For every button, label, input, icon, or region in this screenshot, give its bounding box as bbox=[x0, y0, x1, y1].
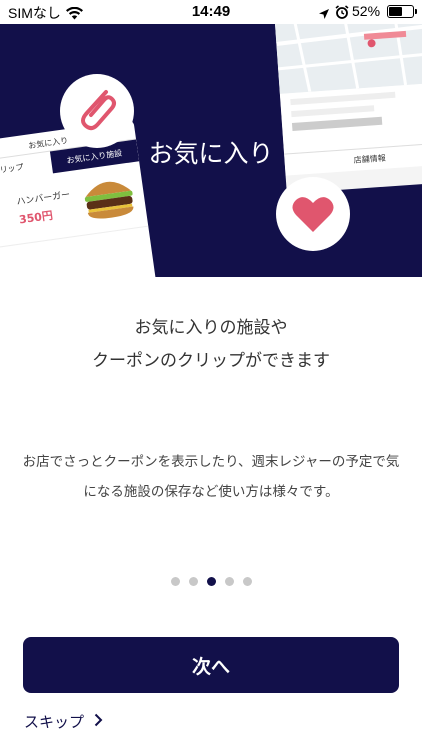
feature-title-line1: お気に入りの施設や bbox=[134, 318, 288, 338]
page-dot[interactable] bbox=[188, 577, 198, 586]
mockup-map bbox=[275, 24, 422, 94]
page-dot[interactable] bbox=[170, 577, 180, 586]
feature-title-line2: クーポンのクリップができます bbox=[92, 351, 330, 371]
hero-illustration: お気に入り クリップ お気に入り施設 ハンバーガー 350円 店舗情報 お気に入… bbox=[0, 24, 422, 277]
chevron-right-icon bbox=[94, 713, 103, 731]
heart-icon bbox=[292, 197, 334, 232]
mockup-info bbox=[279, 81, 422, 154]
battery-percent: 52% bbox=[352, 3, 381, 19]
skip-link[interactable]: スキップ bbox=[24, 711, 103, 732]
feature-description: お店でさっとクーポンを表示したり、週末レジャーの予定で気になる施設の保存など使い… bbox=[22, 454, 400, 500]
page-indicator bbox=[0, 577, 422, 586]
next-button[interactable]: 次へ bbox=[23, 637, 399, 693]
mockup-item-price: 350円 bbox=[18, 208, 54, 227]
paperclip-icon bbox=[81, 90, 116, 131]
hero-title: お気に入り bbox=[148, 139, 274, 168]
heart-bubble bbox=[276, 177, 350, 251]
location-arrow-icon bbox=[318, 5, 330, 24]
paperclip-bubble bbox=[60, 74, 134, 148]
page-dot[interactable] bbox=[224, 577, 234, 586]
facility-screen-mockup: 店舗情報 bbox=[275, 24, 422, 194]
hamburger-image bbox=[79, 170, 139, 223]
battery-icon bbox=[387, 5, 417, 18]
page-dot-active[interactable] bbox=[206, 577, 216, 586]
page-dot[interactable] bbox=[242, 577, 252, 586]
status-bar: SIMなし 14:49 52% bbox=[0, 0, 422, 24]
skip-label: スキップ bbox=[24, 713, 85, 731]
alarm-icon bbox=[335, 4, 349, 23]
